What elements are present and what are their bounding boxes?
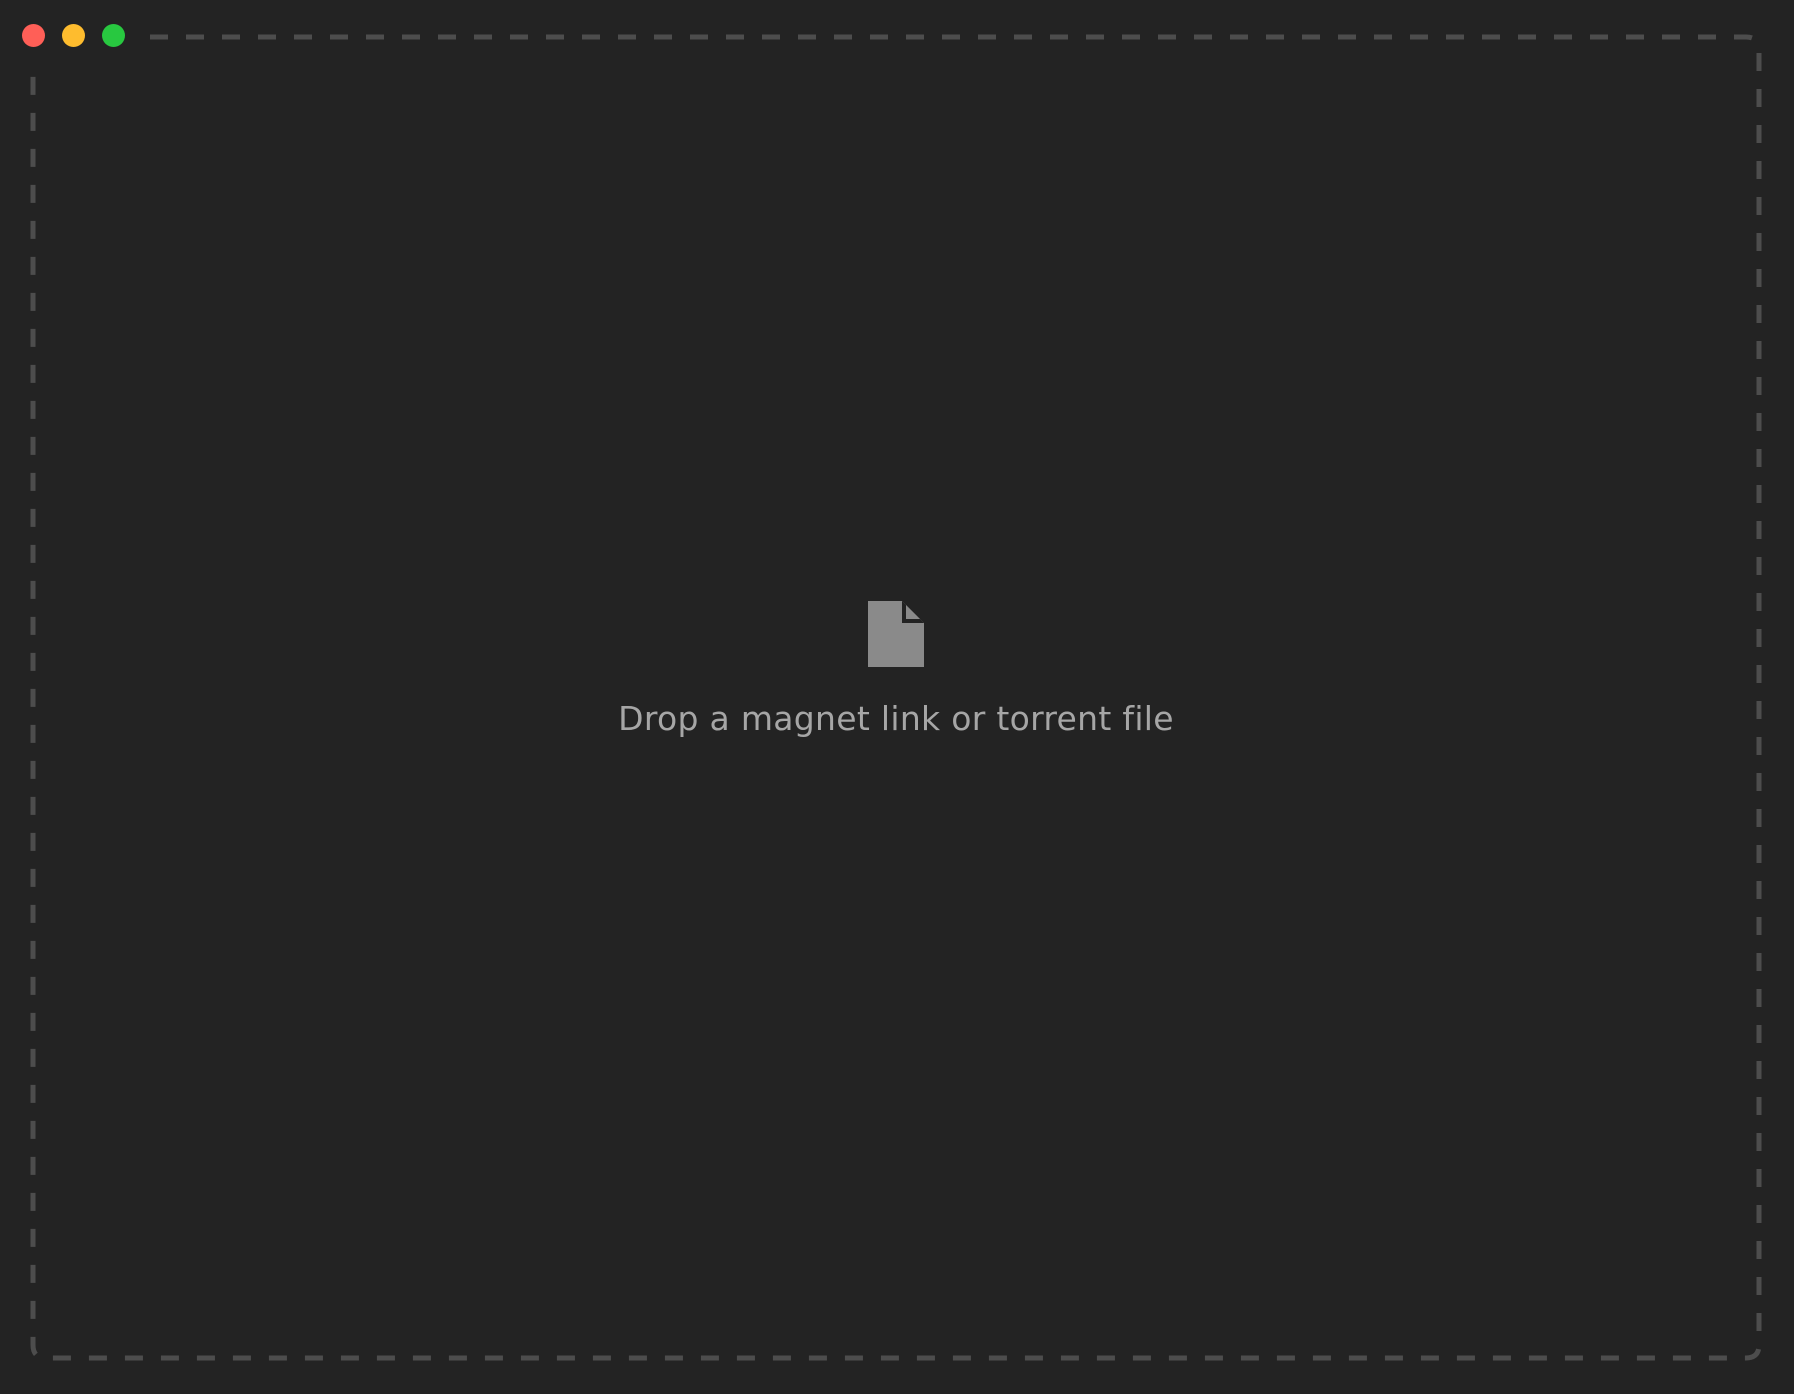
zoom-window-button[interactable]	[102, 24, 125, 47]
window-controls	[22, 24, 125, 47]
torrent-dropzone[interactable]: Drop a magnet link or torrent file	[33, 37, 1759, 1358]
close-window-button[interactable]	[22, 24, 45, 47]
file-icon	[868, 601, 924, 667]
dropzone-label: Drop a magnet link or torrent file	[618, 699, 1174, 738]
dropzone-content: Drop a magnet link or torrent file	[33, 37, 1759, 1358]
minimize-window-button[interactable]	[62, 24, 85, 47]
app-window: Drop a magnet link or torrent file	[0, 0, 1794, 1394]
